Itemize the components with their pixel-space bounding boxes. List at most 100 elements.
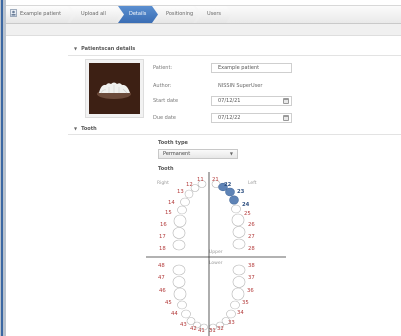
tooth-24[interactable] xyxy=(229,195,239,205)
tooth-44[interactable] xyxy=(181,309,191,319)
tooth-number-14: 14 xyxy=(168,200,175,206)
due-date-value: 07/12/22 xyxy=(218,115,241,121)
tooth-34[interactable] xyxy=(226,309,236,319)
tooth-number-46: 46 xyxy=(159,288,166,294)
collapse-triangle-icon: ▼ xyxy=(74,46,78,51)
patient-label: Patient: xyxy=(153,65,173,71)
tooth-number-17: 17 xyxy=(159,234,166,240)
right-label: Right xyxy=(157,180,169,186)
tooth-15[interactable] xyxy=(177,205,187,215)
tooth-number-26: 26 xyxy=(248,222,255,228)
scan-thumbnail[interactable] xyxy=(86,60,143,117)
tooth-46[interactable] xyxy=(173,287,187,301)
window-edge-stripe xyxy=(1,0,3,336)
patient-value: Example patient xyxy=(218,65,260,71)
tooth-type-select[interactable]: Permanent ▼ xyxy=(158,149,238,159)
tooth-number-47: 47 xyxy=(158,275,165,281)
tooth-number-27: 27 xyxy=(248,234,255,240)
breadcrumb-label: Example patient xyxy=(20,11,62,17)
tooth-number-32: 32 xyxy=(217,326,224,332)
author-value: NISSIN SuperUser xyxy=(218,83,263,89)
divider xyxy=(68,134,401,135)
calendar-icon[interactable] xyxy=(283,98,289,104)
tooth-number-22: 22 xyxy=(224,182,232,188)
tooth-16[interactable] xyxy=(173,214,187,228)
tooth-number-12: 12 xyxy=(186,182,193,188)
tooth-28[interactable] xyxy=(232,238,246,250)
breadcrumb: Example patient Upload all Details Posit… xyxy=(6,5,401,24)
divider xyxy=(68,55,401,56)
patient-field[interactable]: Example patient xyxy=(211,63,292,73)
toolbar-strip xyxy=(6,24,401,36)
tooth-25[interactable] xyxy=(231,204,241,214)
breadcrumb-item-positioning[interactable]: Positioning xyxy=(155,6,199,23)
tooth-number-43: 43 xyxy=(180,322,187,328)
tooth-37[interactable] xyxy=(232,276,246,288)
tooth-23[interactable] xyxy=(225,187,235,197)
due-date-field[interactable]: 07/12/22 xyxy=(211,113,292,123)
tooth-number-44: 44 xyxy=(171,311,178,317)
tooth-number-36: 36 xyxy=(247,288,254,294)
section-header-patientscan[interactable]: ▼ Patientscan details xyxy=(74,46,135,52)
breadcrumb-item-upload-all[interactable]: Upload all xyxy=(70,6,121,23)
section-title: Tooth xyxy=(81,126,97,132)
tooth-type-value: Permanent xyxy=(163,151,191,157)
start-date-label: Start date xyxy=(153,98,179,104)
tooth-48[interactable] xyxy=(172,264,186,276)
section-header-tooth[interactable]: ▼ Tooth xyxy=(74,126,97,132)
breadcrumb-label: Details xyxy=(129,11,147,17)
breadcrumb-item-details[interactable]: Details xyxy=(118,6,158,23)
breadcrumb-item-patient[interactable]: Example patient xyxy=(6,6,73,23)
tooth-number-23: 23 xyxy=(237,189,245,195)
tooth-45[interactable] xyxy=(177,300,187,310)
start-date-field[interactable]: 07/12/21 xyxy=(211,96,292,106)
tooth-number-25: 25 xyxy=(244,211,251,217)
tooth-18[interactable] xyxy=(172,239,186,251)
tooth-14[interactable] xyxy=(180,197,190,207)
upper-label: Upper xyxy=(209,249,223,255)
tooth-number-24: 24 xyxy=(242,202,250,208)
tooth-number-37: 37 xyxy=(248,275,255,281)
tooth-number-45: 45 xyxy=(165,300,172,306)
tooth-number-35: 35 xyxy=(242,300,249,306)
tooth-number-13: 13 xyxy=(177,189,184,195)
tooth-13[interactable] xyxy=(184,189,194,199)
breadcrumb-label: Positioning xyxy=(166,11,194,17)
tooth-number-41: 41 xyxy=(198,328,205,334)
tooth-number-42: 42 xyxy=(190,326,197,332)
tooth-number-48: 48 xyxy=(158,263,165,269)
calendar-icon[interactable] xyxy=(283,115,289,121)
breadcrumb-label: Users xyxy=(207,11,222,17)
due-date-label: Due date xyxy=(153,115,176,121)
tooth-number-28: 28 xyxy=(248,246,255,252)
tooth-47[interactable] xyxy=(172,276,186,288)
dental-chart[interactable]: Right Left Upper Lower 11 12 13 14 15 16… xyxy=(146,172,286,336)
tooth-36[interactable] xyxy=(231,287,245,301)
tooth-17[interactable] xyxy=(172,227,186,239)
left-label: Left xyxy=(248,180,257,186)
tooth-27[interactable] xyxy=(232,226,246,238)
author-label: Author: xyxy=(153,83,172,89)
tooth-35[interactable] xyxy=(230,300,240,310)
tooth-number-16: 16 xyxy=(160,222,167,228)
tooth-number-15: 15 xyxy=(165,210,172,216)
lower-label: Lower xyxy=(209,260,223,266)
tooth-number-38: 38 xyxy=(248,263,255,269)
tooth-type-label: Tooth type xyxy=(158,140,188,146)
tooth-26[interactable] xyxy=(231,213,245,227)
tooth-number-31: 31 xyxy=(209,328,216,334)
breadcrumb-label: Upload all xyxy=(81,11,106,17)
patient-icon xyxy=(10,8,17,16)
tooth-number-33: 33 xyxy=(228,320,235,326)
tooth-number-21: 21 xyxy=(212,177,219,183)
breadcrumb-item-users[interactable]: Users xyxy=(196,6,232,23)
tooth-number-11: 11 xyxy=(197,177,204,183)
start-date-value: 07/12/21 xyxy=(218,98,241,104)
tooth-number-18: 18 xyxy=(159,246,166,252)
dental-model-image xyxy=(89,63,140,114)
tooth-number-34: 34 xyxy=(237,310,244,316)
tooth-38[interactable] xyxy=(232,264,246,276)
app-content: Example patient Upload all Details Posit… xyxy=(6,0,401,336)
chevron-down-icon: ▼ xyxy=(229,151,233,156)
collapse-triangle-icon: ▼ xyxy=(74,126,78,131)
